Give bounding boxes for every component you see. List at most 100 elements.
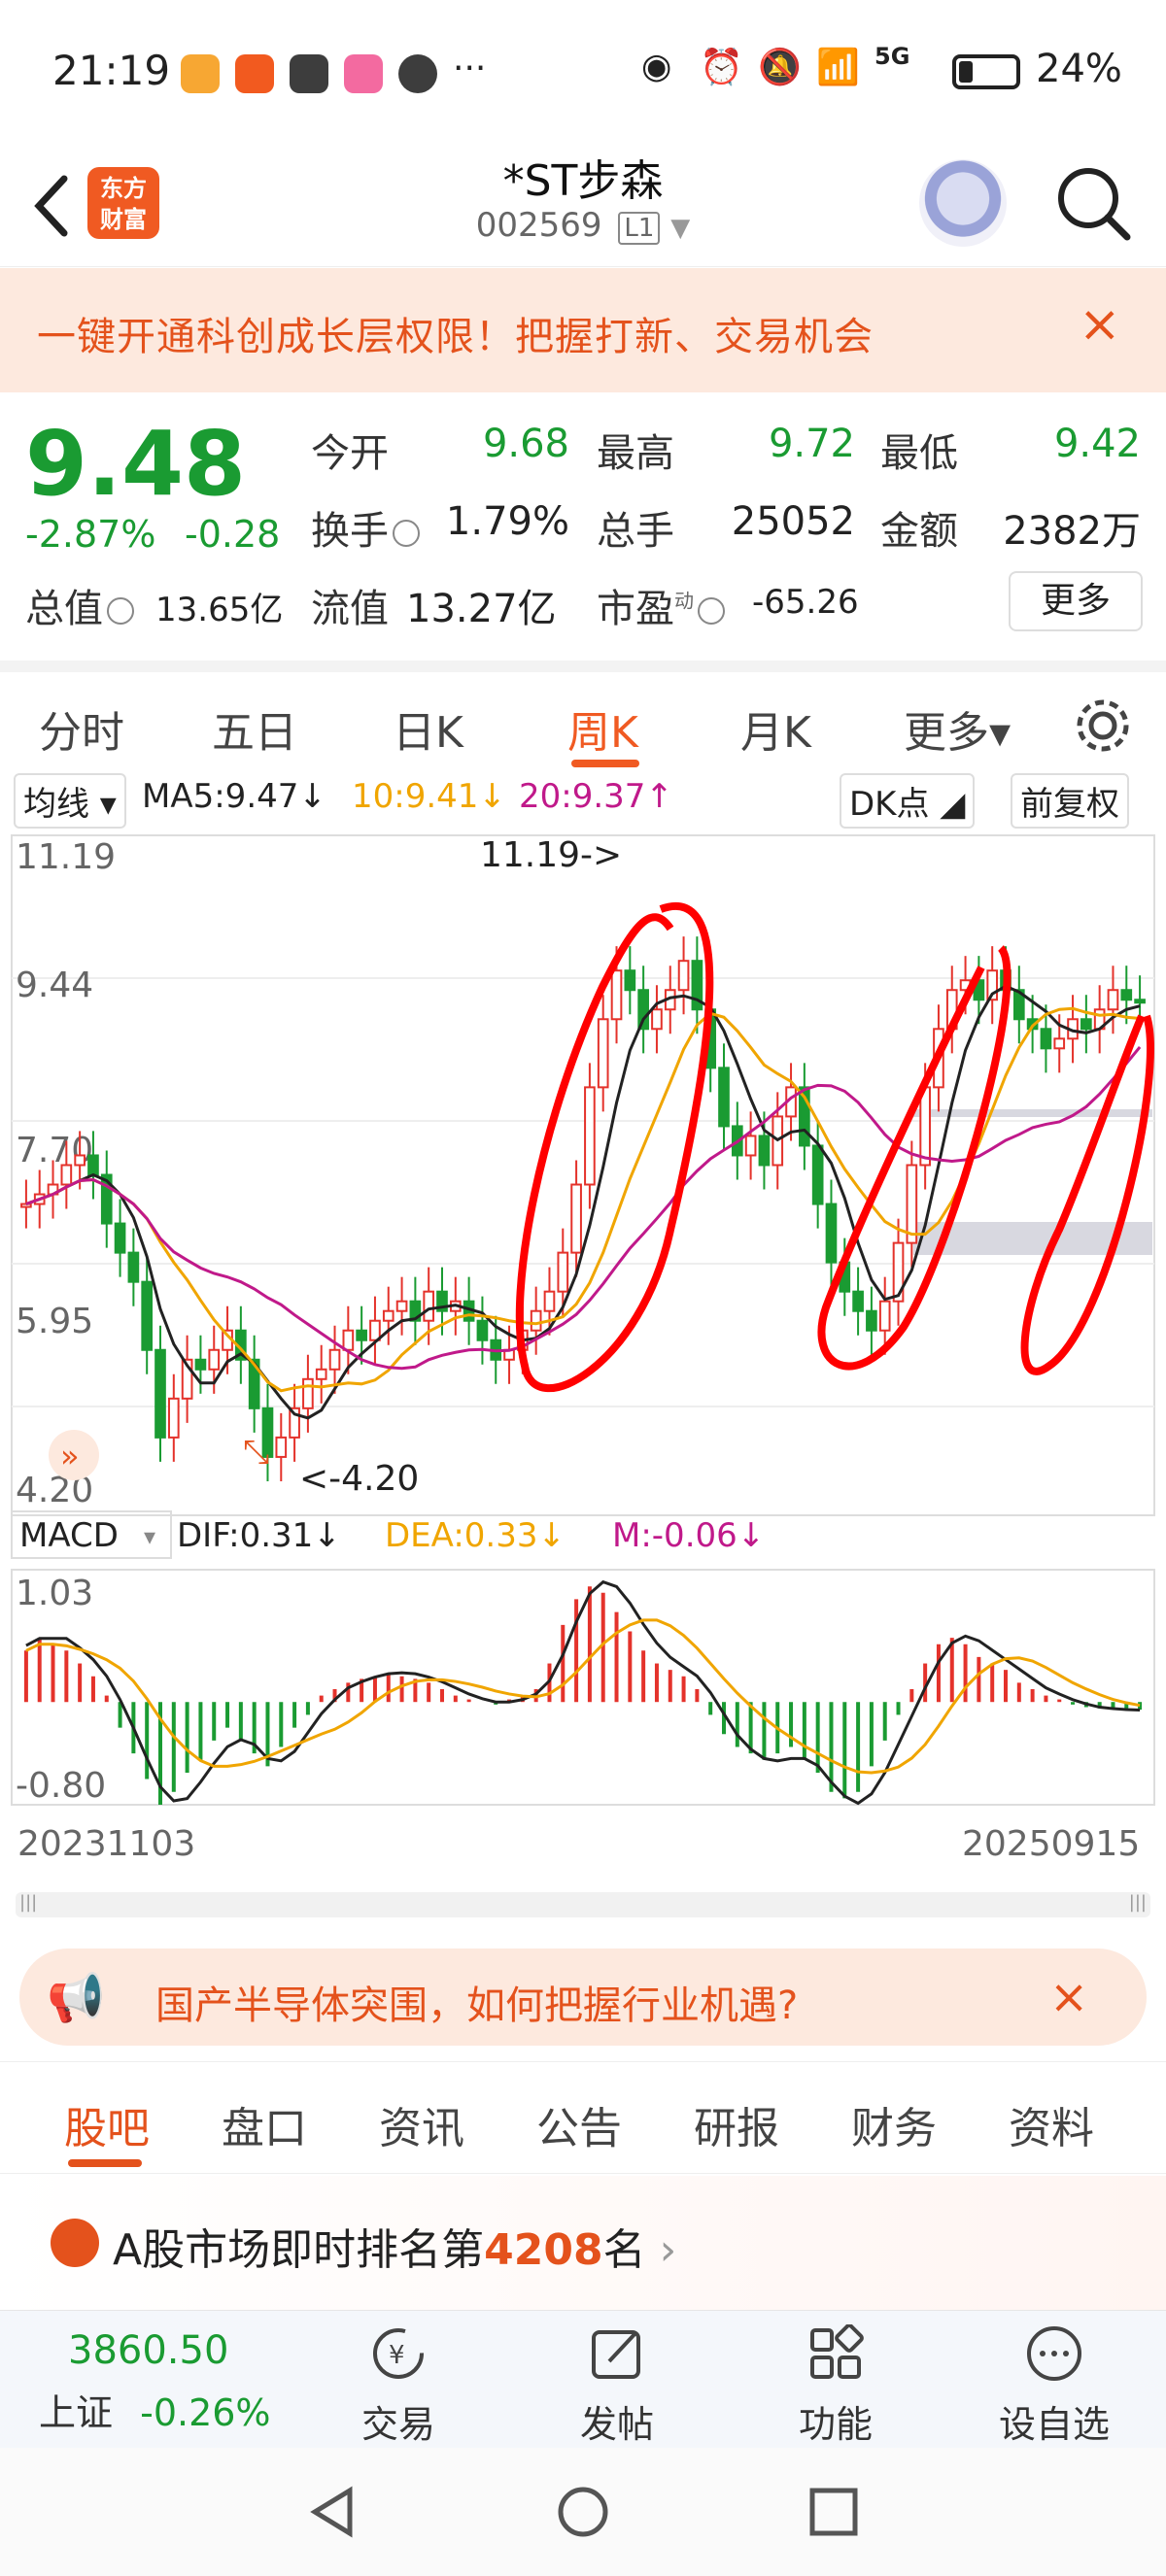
candle-body [127, 1251, 140, 1283]
kline-chart[interactable]: 11.19 9.44 7.70 5.95 4.20 11.19-> <-4.20… [0, 822, 1166, 1910]
pe-dynamic-marker: 动 [674, 589, 694, 613]
candle-body [866, 1309, 877, 1332]
candle-body [167, 1397, 180, 1439]
ma-indicator-row: 均线 ▾ MA5:9.47↓ 10:9.41↓ 20:9.37↑ DK点 ◢ 前… [0, 769, 1166, 829]
tab-weekly-k[interactable]: 周K [567, 697, 638, 760]
status-bar: 21:19 ··· ◉ ⏰ 🔕 📶 5G 24% [0, 0, 1166, 146]
close-icon[interactable]: × [1049, 1970, 1088, 2024]
wechat-icon [398, 54, 437, 93]
news-banner[interactable]: 📢 国产半导体突围，如何把握行业机遇? × [19, 1949, 1147, 2046]
turnover-value: 1.79% [445, 499, 569, 544]
turnover-label: 换手 [311, 499, 420, 556]
y-tick: 11.19 [16, 837, 116, 877]
scroll-handle-right[interactable]: ||| [1129, 1892, 1147, 1913]
chart-scrollbar[interactable]: ||| ||| [16, 1892, 1150, 1917]
mktcap-label: 总值 [25, 577, 134, 633]
watchlist-label: 设自选 [998, 2403, 1110, 2446]
scroll-handle-left[interactable]: ||| [19, 1892, 37, 1913]
candle-body [382, 1309, 394, 1322]
candle-body [570, 1183, 582, 1254]
battery-icon [952, 54, 1020, 89]
chevron-down-icon: ▼ [670, 214, 691, 243]
candle-body [543, 1290, 556, 1312]
macd-y-tick: -0.80 [16, 1766, 106, 1806]
home-nav-icon[interactable] [556, 2485, 610, 2539]
adjust-button[interactable]: 前复权 [1011, 773, 1129, 829]
info-icon[interactable] [107, 597, 134, 625]
candle-body [141, 1280, 154, 1351]
promo-banner[interactable]: 一键开通科创成长层权限！把握打新、交易机会 × [0, 268, 1166, 392]
tab-research[interactable]: 研报 [694, 2093, 779, 2155]
stock-code-text: 002569 [475, 206, 602, 245]
tab-finance[interactable]: 财务 [851, 2093, 937, 2155]
chart-icon [51, 2219, 99, 2267]
open-value: 9.68 [482, 422, 569, 466]
candle-body [275, 1436, 288, 1458]
dk-point-label: DK点 [849, 785, 930, 824]
promo-text: 一键开通科创成长层权限！把握打新、交易机会 [37, 315, 874, 359]
high-label: 最高 [597, 431, 674, 476]
volume-label: 总手 [597, 509, 674, 554]
tab-five-day[interactable]: 五日 [212, 697, 297, 760]
gear-icon[interactable] [1069, 692, 1137, 760]
edit-icon [592, 2330, 640, 2379]
low-label: 最低 [880, 431, 958, 476]
tab-intraday[interactable]: 分时 [39, 697, 124, 760]
pe-value: -65.26 [752, 583, 859, 622]
expand-icon: » [60, 1438, 80, 1474]
app-icon [290, 54, 328, 93]
rank-suffix: 名 [602, 2225, 646, 2275]
search-icon[interactable] [1049, 159, 1137, 247]
active-tab-indicator [571, 760, 639, 767]
grid-icon [810, 2324, 864, 2379]
high-marker: 11.19-> [480, 835, 622, 875]
bottom-toolbar: 3860.50 上证 -0.26% ¥ 交易 发帖 功能 设自选 [0, 2310, 1166, 2448]
quote-panel: 9.48 -2.87% -0.28 今开 9.68 最高 9.72 最低 9.4… [0, 392, 1166, 655]
index-ticker[interactable]: 3860.50 上证 -0.26% [39, 2328, 292, 2436]
assistant-robot-icon[interactable] [919, 159, 1007, 247]
close-icon[interactable]: × [1079, 295, 1121, 354]
tab-guba[interactable]: 股吧 [64, 2093, 150, 2155]
info-icon[interactable] [393, 520, 420, 547]
ma20-line [25, 1045, 1142, 1371]
back-nav-icon[interactable] [305, 2485, 360, 2539]
dk-point-button[interactable]: DK点 ◢ [840, 773, 976, 829]
market-rank-row[interactable]: A股市场即时排名第4208名 › [0, 2176, 1166, 2312]
turnover-label-text: 换手 [311, 509, 389, 554]
alarm-icon: ⏰ [700, 48, 743, 87]
candle-body [677, 960, 690, 992]
index-change: -0.26% [140, 2391, 271, 2434]
candle-body [906, 1164, 918, 1244]
tab-announcements[interactable]: 公告 [536, 2093, 622, 2155]
candle-body [87, 1154, 99, 1176]
tab-monthly-k[interactable]: 月K [740, 697, 811, 760]
high-value: 9.72 [768, 422, 855, 466]
float-value: 13.27亿 [406, 587, 557, 631]
amount-value: 2382万 [1003, 509, 1141, 554]
candle-body [557, 1251, 569, 1293]
y-tick: 5.95 [16, 1302, 93, 1341]
candle-body [825, 1203, 838, 1264]
candle-body [610, 969, 623, 1021]
tab-news[interactable]: 资讯 [379, 2093, 464, 2155]
candle-body [1134, 999, 1146, 1004]
tab-daily-k[interactable]: 日K [393, 697, 463, 760]
ma-selector[interactable]: 均线 ▾ [14, 773, 126, 829]
recents-nav-icon[interactable] [806, 2485, 861, 2539]
info-icon[interactable] [698, 597, 725, 625]
y-tick: 9.44 [16, 966, 93, 1005]
candle-body [302, 1377, 314, 1409]
post-label: 发帖 [579, 2403, 654, 2446]
tab-pankou[interactable]: 盘口 [222, 2093, 307, 2155]
tab-more[interactable]: 更多▾ [904, 697, 1011, 760]
tab-profile[interactable]: 资料 [1009, 2093, 1094, 2155]
candle-body [369, 1319, 381, 1341]
active-tab-indicator [68, 2159, 142, 2167]
candle-body [20, 1203, 32, 1208]
annotation-circle [1020, 1014, 1154, 1375]
kline-tabs: 分时 五日 日K 周K 月K 更多▾ [0, 661, 1166, 767]
more-button[interactable]: 更多 [1009, 571, 1143, 631]
eye-icon: ◉ [641, 47, 672, 86]
ma10-value: 10:9.41↓ [352, 777, 506, 816]
mute-icon: 🔕 [758, 48, 802, 87]
